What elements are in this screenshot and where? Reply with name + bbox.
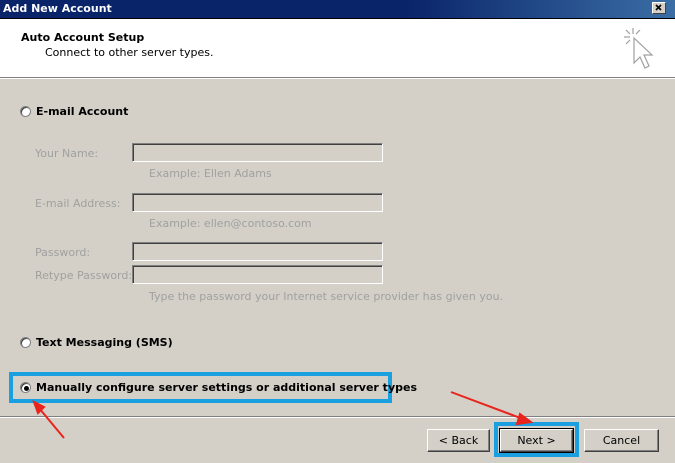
title-bar: Add New Account [0, 0, 675, 19]
email-address-hint: Example: ellen@contoso.com [149, 217, 312, 230]
cursor-click-icon [624, 28, 654, 69]
arrow-to-manual-option [38, 407, 65, 439]
back-button[interactable]: < Back [427, 429, 490, 452]
next-button[interactable]: Next > [499, 428, 574, 453]
password-label: Password: [35, 246, 91, 259]
email-address-label: E-mail Address: [35, 197, 121, 210]
email-account-radio[interactable] [20, 106, 31, 117]
text-messaging-radio[interactable] [20, 337, 31, 348]
email-address-field[interactable] [132, 193, 383, 212]
close-icon [655, 4, 662, 11]
header-subtitle: Connect to other server types. [45, 46, 214, 59]
cancel-button[interactable]: Cancel [584, 429, 659, 452]
header-title: Auto Account Setup [21, 31, 145, 44]
password-field[interactable] [132, 242, 383, 261]
wizard-header: Auto Account Setup Connect to other serv… [0, 19, 675, 78]
manual-configure-radio[interactable] [20, 382, 31, 393]
your-name-field[interactable] [132, 143, 383, 162]
text-messaging-label[interactable]: Text Messaging (SMS) [36, 336, 173, 349]
retype-password-label: Retype Password: [35, 269, 133, 282]
arrow-head-manual [32, 399, 46, 415]
manual-configure-label[interactable]: Manually configure server settings or ad… [36, 381, 417, 394]
radio-selected-dot [24, 386, 29, 391]
footer-separator [0, 416, 675, 418]
arrow-to-next-button [450, 391, 524, 420]
your-name-hint: Example: Ellen Adams [149, 167, 272, 180]
retype-password-field[interactable] [132, 265, 383, 284]
close-button[interactable] [652, 2, 666, 14]
your-name-label: Your Name: [35, 147, 99, 160]
password-hint: Type the password your Internet service … [149, 290, 504, 303]
email-account-label[interactable]: E-mail Account [36, 105, 128, 118]
window-title: Add New Account [3, 2, 112, 15]
